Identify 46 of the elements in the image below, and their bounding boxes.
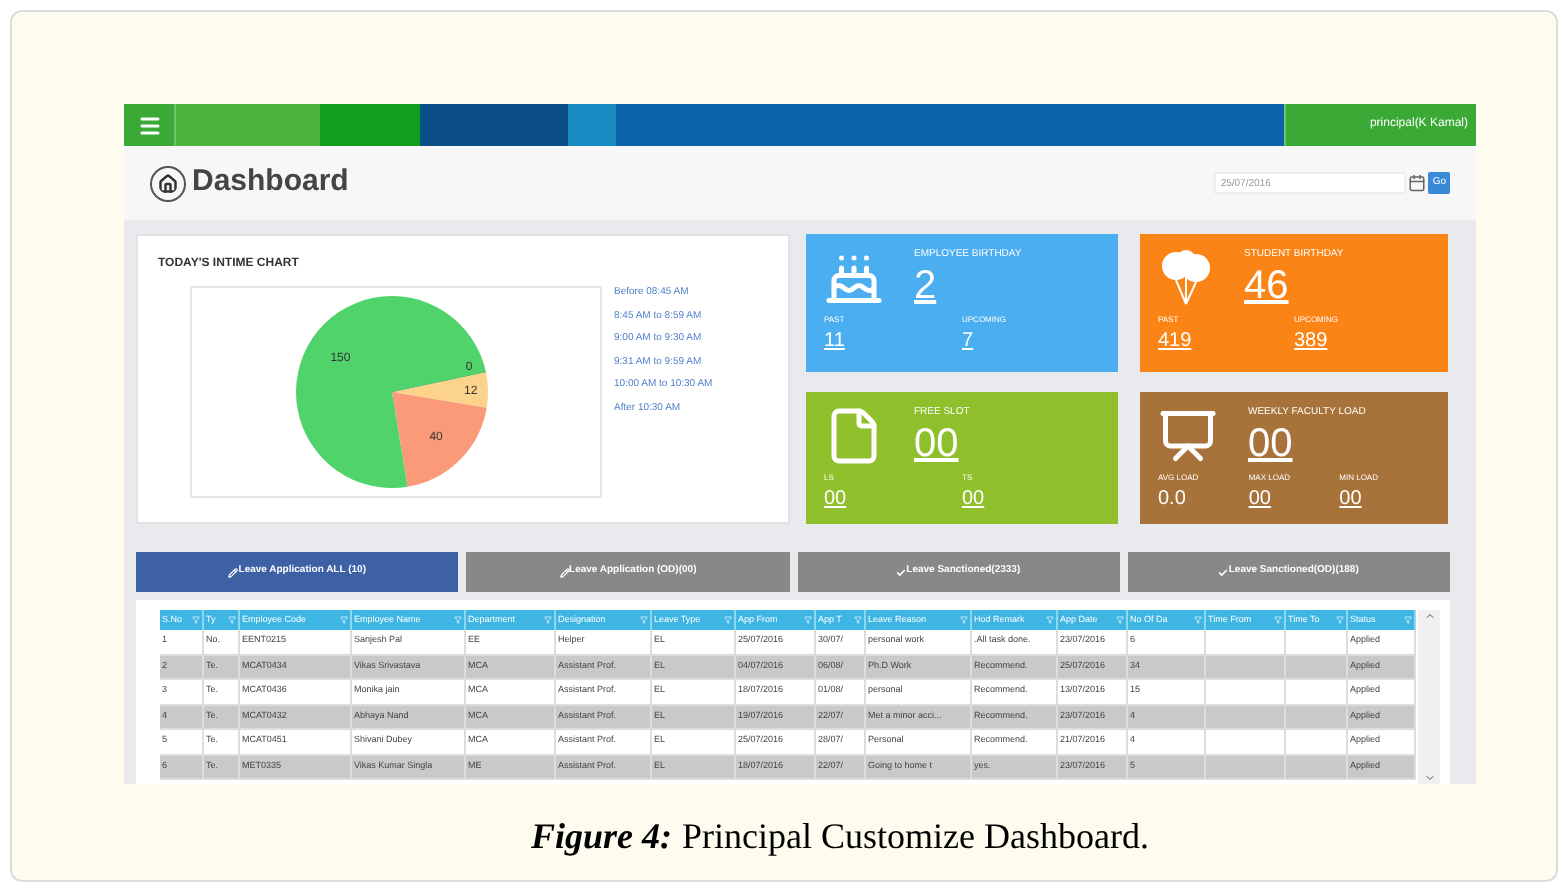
- caption-label: Figure 4:: [531, 814, 673, 860]
- card-count[interactable]: 46: [1244, 263, 1344, 307]
- filter-icon[interactable]: [192, 616, 200, 624]
- stat-link[interactable]: 00: [962, 484, 1100, 514]
- pencil-icon: [559, 567, 570, 577]
- caption-text: Principal Customize Dashboard.: [682, 814, 1149, 860]
- filter-icon[interactable]: [1194, 616, 1202, 624]
- filter-icon[interactable]: [228, 616, 236, 624]
- filter-icon[interactable]: [804, 616, 812, 624]
- filter-icon[interactable]: [960, 616, 968, 624]
- stat-link[interactable]: 00: [1248, 484, 1340, 514]
- filter-icon[interactable]: [544, 616, 552, 624]
- calendar-icon[interactable]: [1408, 174, 1427, 192]
- filter-icon[interactable]: [1116, 616, 1124, 624]
- filter-icon[interactable]: [1046, 616, 1054, 624]
- menu-icon: [137, 113, 161, 137]
- scroll-up-icon[interactable]: [1423, 610, 1435, 622]
- stat-value: 0.0: [1158, 486, 1188, 514]
- balloons-icon: [1158, 248, 1214, 308]
- home-icon[interactable]: [150, 165, 186, 201]
- scrollbar[interactable]: [1418, 610, 1440, 784]
- stat-link[interactable]: 419: [1158, 326, 1294, 356]
- filter-icon[interactable]: [854, 616, 862, 624]
- card-count[interactable]: 00: [914, 421, 970, 465]
- card-count[interactable]: 00: [1248, 421, 1366, 465]
- check-icon: [896, 567, 907, 577]
- scroll-down-icon[interactable]: [1423, 772, 1435, 784]
- filter-icon[interactable]: [1404, 616, 1412, 624]
- stat-link[interactable]: 389: [1294, 326, 1430, 356]
- table-cell: [1206, 755, 1286, 780]
- filter-icon[interactable]: [1274, 616, 1282, 624]
- stat-link[interactable]: 11: [824, 326, 962, 356]
- filter-icon[interactable]: [640, 616, 648, 624]
- card-count[interactable]: 2: [914, 263, 1022, 307]
- check-icon: [1218, 567, 1229, 577]
- table-cell: [1286, 755, 1348, 780]
- filter-icon[interactable]: [1336, 616, 1344, 624]
- stat-link[interactable]: 00: [1339, 484, 1430, 514]
- stat-link[interactable]: 7: [962, 326, 1100, 356]
- page-title: Dashboard: [192, 162, 349, 203]
- pencil-icon: [228, 567, 239, 577]
- filter-icon[interactable]: [454, 616, 462, 624]
- stat-link[interactable]: 00: [824, 484, 962, 514]
- presentation-icon: [1158, 406, 1218, 466]
- filter-icon[interactable]: [724, 616, 732, 624]
- filter-icon[interactable]: [340, 616, 348, 624]
